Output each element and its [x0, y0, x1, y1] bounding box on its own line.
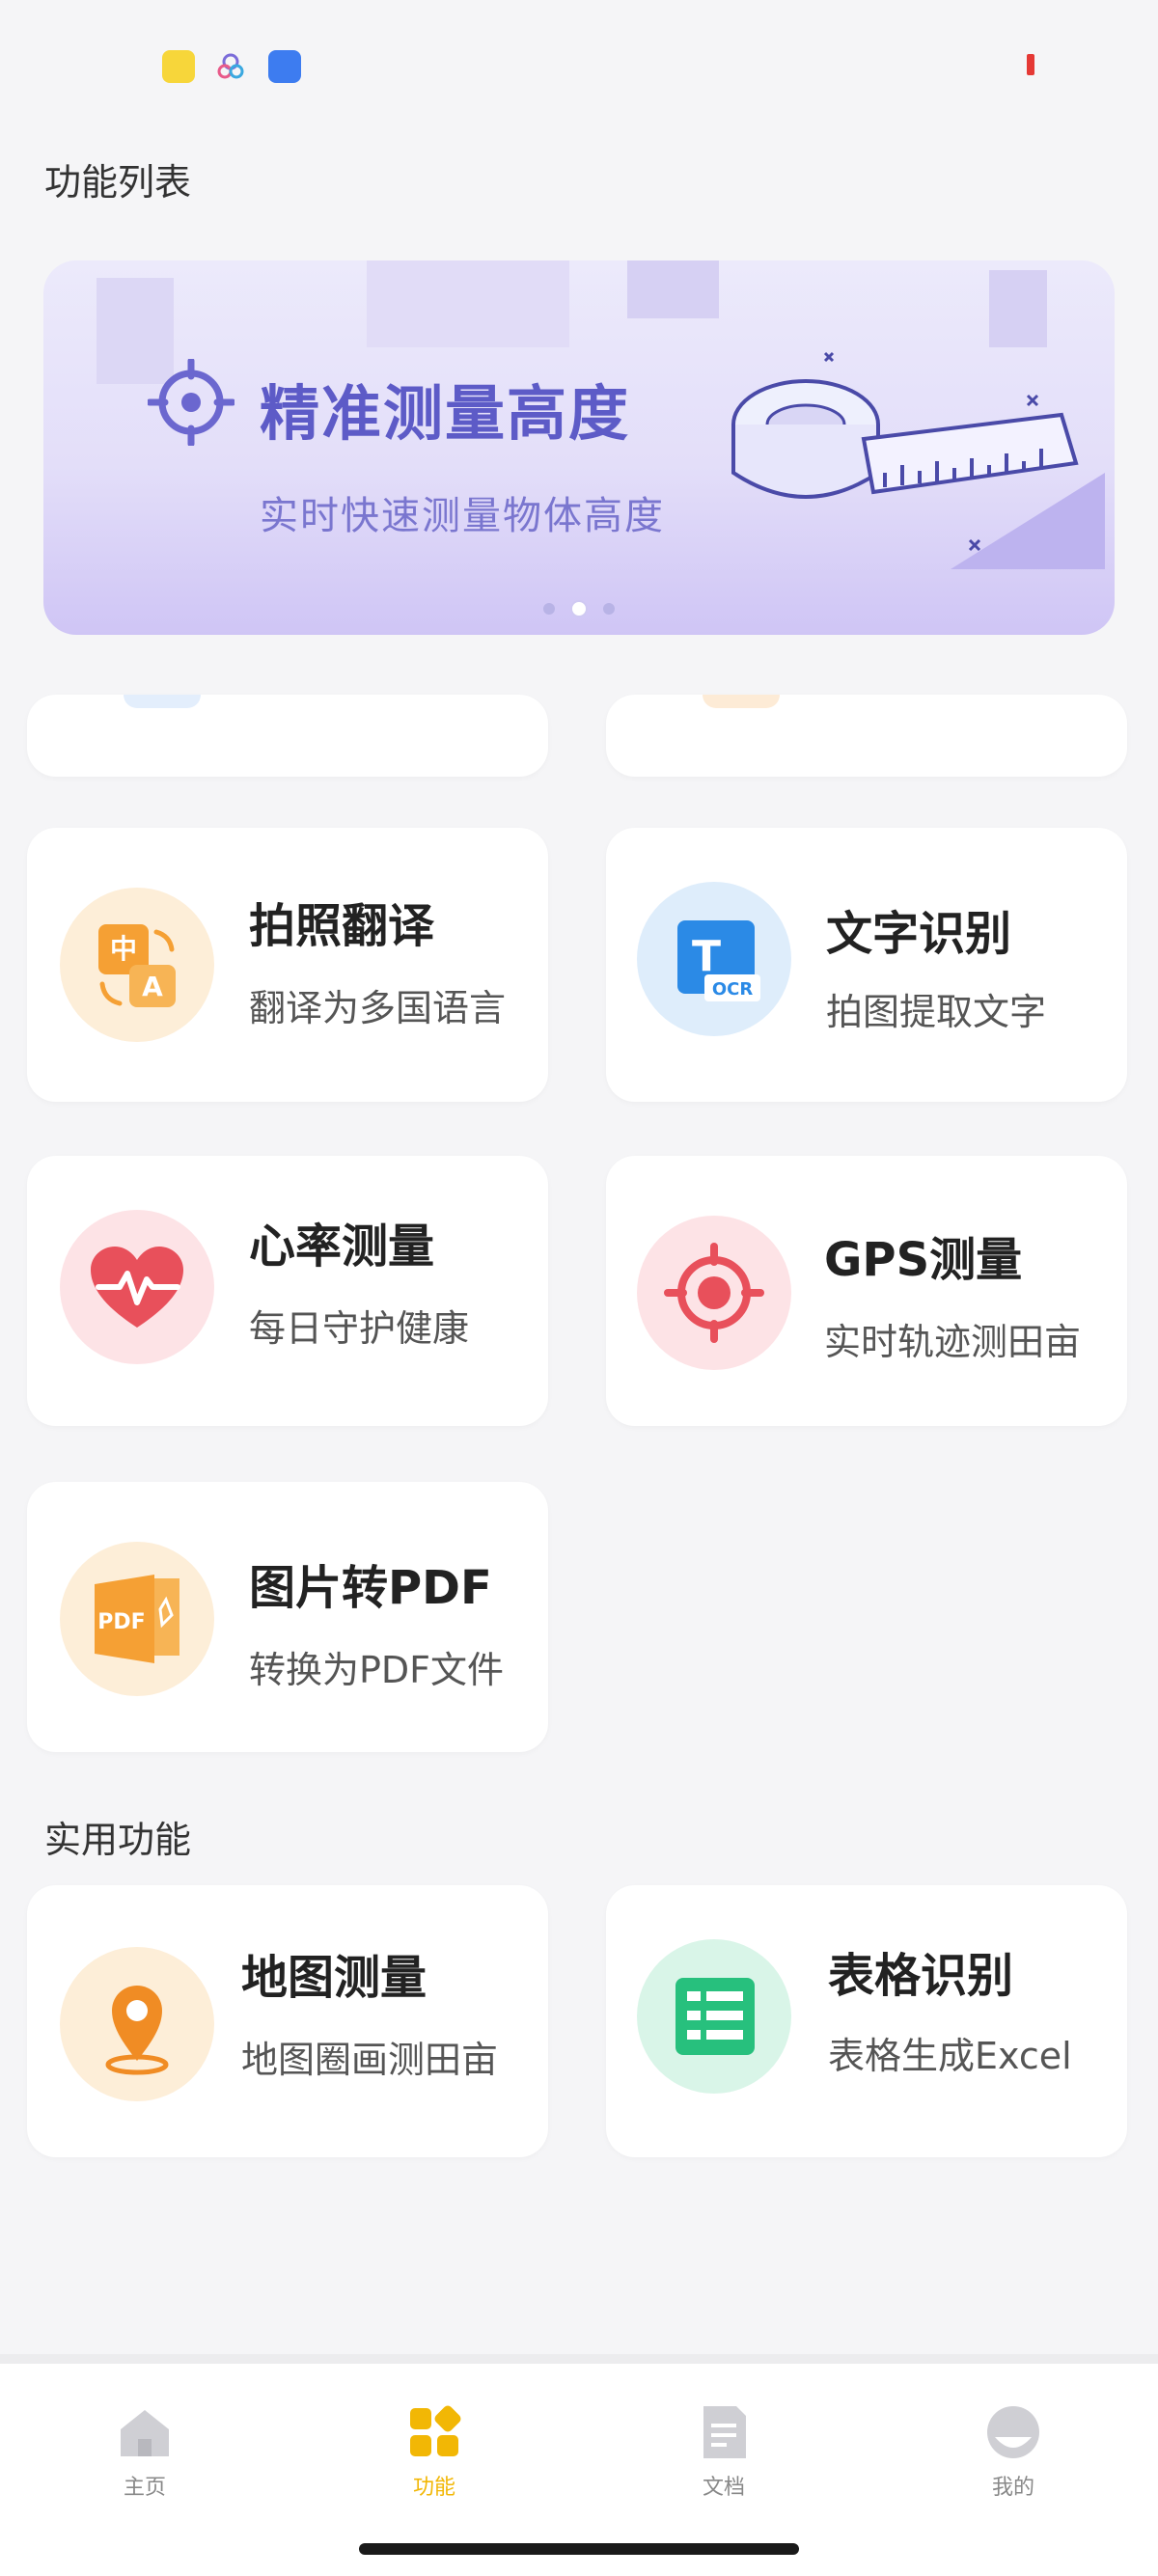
section-title-features: 功能列表 — [44, 161, 192, 204]
crosshair-icon — [148, 359, 234, 446]
tab-features[interactable]: 功能 — [338, 2402, 531, 2518]
banner-carousel[interactable]: 精准测量高度 实时快速测量物体高度 — [43, 260, 1115, 635]
heart-rate-icon — [60, 1210, 214, 1364]
svg-text:OCR: OCR — [712, 979, 754, 1000]
grid-icon — [410, 2405, 461, 2456]
app-notification-icon — [214, 50, 247, 83]
tab-profile[interactable]: 我的 — [917, 2402, 1110, 2518]
card-title: 拍照翻译 — [249, 899, 435, 953]
pdf-icon: PDF — [60, 1542, 214, 1696]
card-subtitle: 拍图提取文字 — [826, 991, 1047, 1033]
gps-target-icon — [637, 1216, 791, 1370]
banner-decoration — [989, 270, 1047, 347]
status-indicators — [791, 53, 1033, 82]
card-icon-partial — [703, 695, 780, 708]
feature-card-partial[interactable] — [606, 695, 1127, 777]
carousel-indicators — [43, 598, 1115, 617]
svg-text:PDF: PDF — [97, 1610, 145, 1634]
card-subtitle: 翻译为多国语言 — [249, 987, 507, 1029]
tool-card-map-measure[interactable]: 地图测量 地图圈画测田亩 — [27, 1885, 548, 2157]
banner-decoration — [367, 260, 569, 347]
feature-card-gps[interactable]: GPS测量 实时轨迹测田亩 — [606, 1156, 1127, 1426]
carousel-dot-active[interactable] — [570, 599, 588, 617]
card-subtitle: 每日守护健康 — [249, 1307, 470, 1350]
profile-icon — [987, 2406, 1039, 2458]
battery-icon — [1027, 54, 1034, 75]
tool-card-table-recognition[interactable]: 表格识别 表格生成Excel — [606, 1885, 1127, 2157]
card-title: 地图测量 — [241, 1951, 427, 2005]
feature-card-partial[interactable] — [27, 695, 548, 777]
feature-card-heart-rate[interactable]: 心率测量 每日守护健康 — [27, 1156, 548, 1426]
tab-label: 我的 — [991, 2476, 1034, 2500]
tape-measure-icon — [731, 351, 1105, 569]
screen: 功能列表 精准测量高度 实时快速测量物体高度 中 A 拍照翻译 翻译为多国语言 … — [0, 0, 1158, 2576]
tab-label: 文档 — [702, 2476, 745, 2500]
svg-text:A: A — [142, 971, 163, 1002]
ocr-icon: T OCR — [637, 882, 791, 1036]
card-subtitle: 转换为PDF文件 — [249, 1649, 505, 1691]
map-pin-icon — [60, 1947, 214, 2101]
card-title: 文字识别 — [826, 907, 1012, 961]
card-title: 图片转PDF — [249, 1561, 492, 1615]
card-title: 心率测量 — [249, 1219, 435, 1274]
carousel-dot[interactable] — [543, 602, 555, 615]
carousel-dot[interactable] — [603, 602, 615, 615]
feature-card-photo-translate[interactable]: 中 A 拍照翻译 翻译为多国语言 — [27, 828, 548, 1102]
document-icon — [703, 2406, 746, 2458]
table-icon — [637, 1939, 791, 2094]
app-notification-icon — [162, 50, 195, 83]
svg-text:中: 中 — [110, 933, 137, 965]
card-title: 表格识别 — [828, 1949, 1014, 2003]
status-bar — [0, 0, 1158, 125]
card-subtitle: 表格生成Excel — [828, 2035, 1072, 2077]
tab-home[interactable]: 主页 — [48, 2402, 241, 2518]
home-icon — [121, 2410, 169, 2456]
section-title-tools: 实用功能 — [44, 1819, 192, 1861]
feature-card-image-to-pdf[interactable]: PDF 图片转PDF 转换为PDF文件 — [27, 1482, 548, 1752]
feature-card-text-recognition[interactable]: T OCR 文字识别 拍图提取文字 — [606, 828, 1127, 1102]
banner-title: 精准测量高度 — [260, 378, 631, 449]
translate-icon: 中 A — [60, 888, 214, 1042]
tab-documents[interactable]: 文档 — [627, 2402, 820, 2518]
svg-text:T: T — [692, 932, 721, 981]
tab-label: 功能 — [412, 2476, 455, 2500]
card-icon-partial — [124, 695, 201, 708]
card-title: GPS测量 — [824, 1233, 1023, 1287]
banner-decoration — [627, 260, 719, 318]
tab-label: 主页 — [123, 2476, 166, 2500]
card-subtitle: 地图圈画测田亩 — [241, 2039, 499, 2081]
home-indicator[interactable] — [359, 2543, 799, 2555]
app-notification-icon — [268, 50, 301, 83]
card-subtitle: 实时轨迹测田亩 — [824, 1321, 1082, 1363]
banner-subtitle: 实时快速测量物体高度 — [260, 494, 665, 538]
